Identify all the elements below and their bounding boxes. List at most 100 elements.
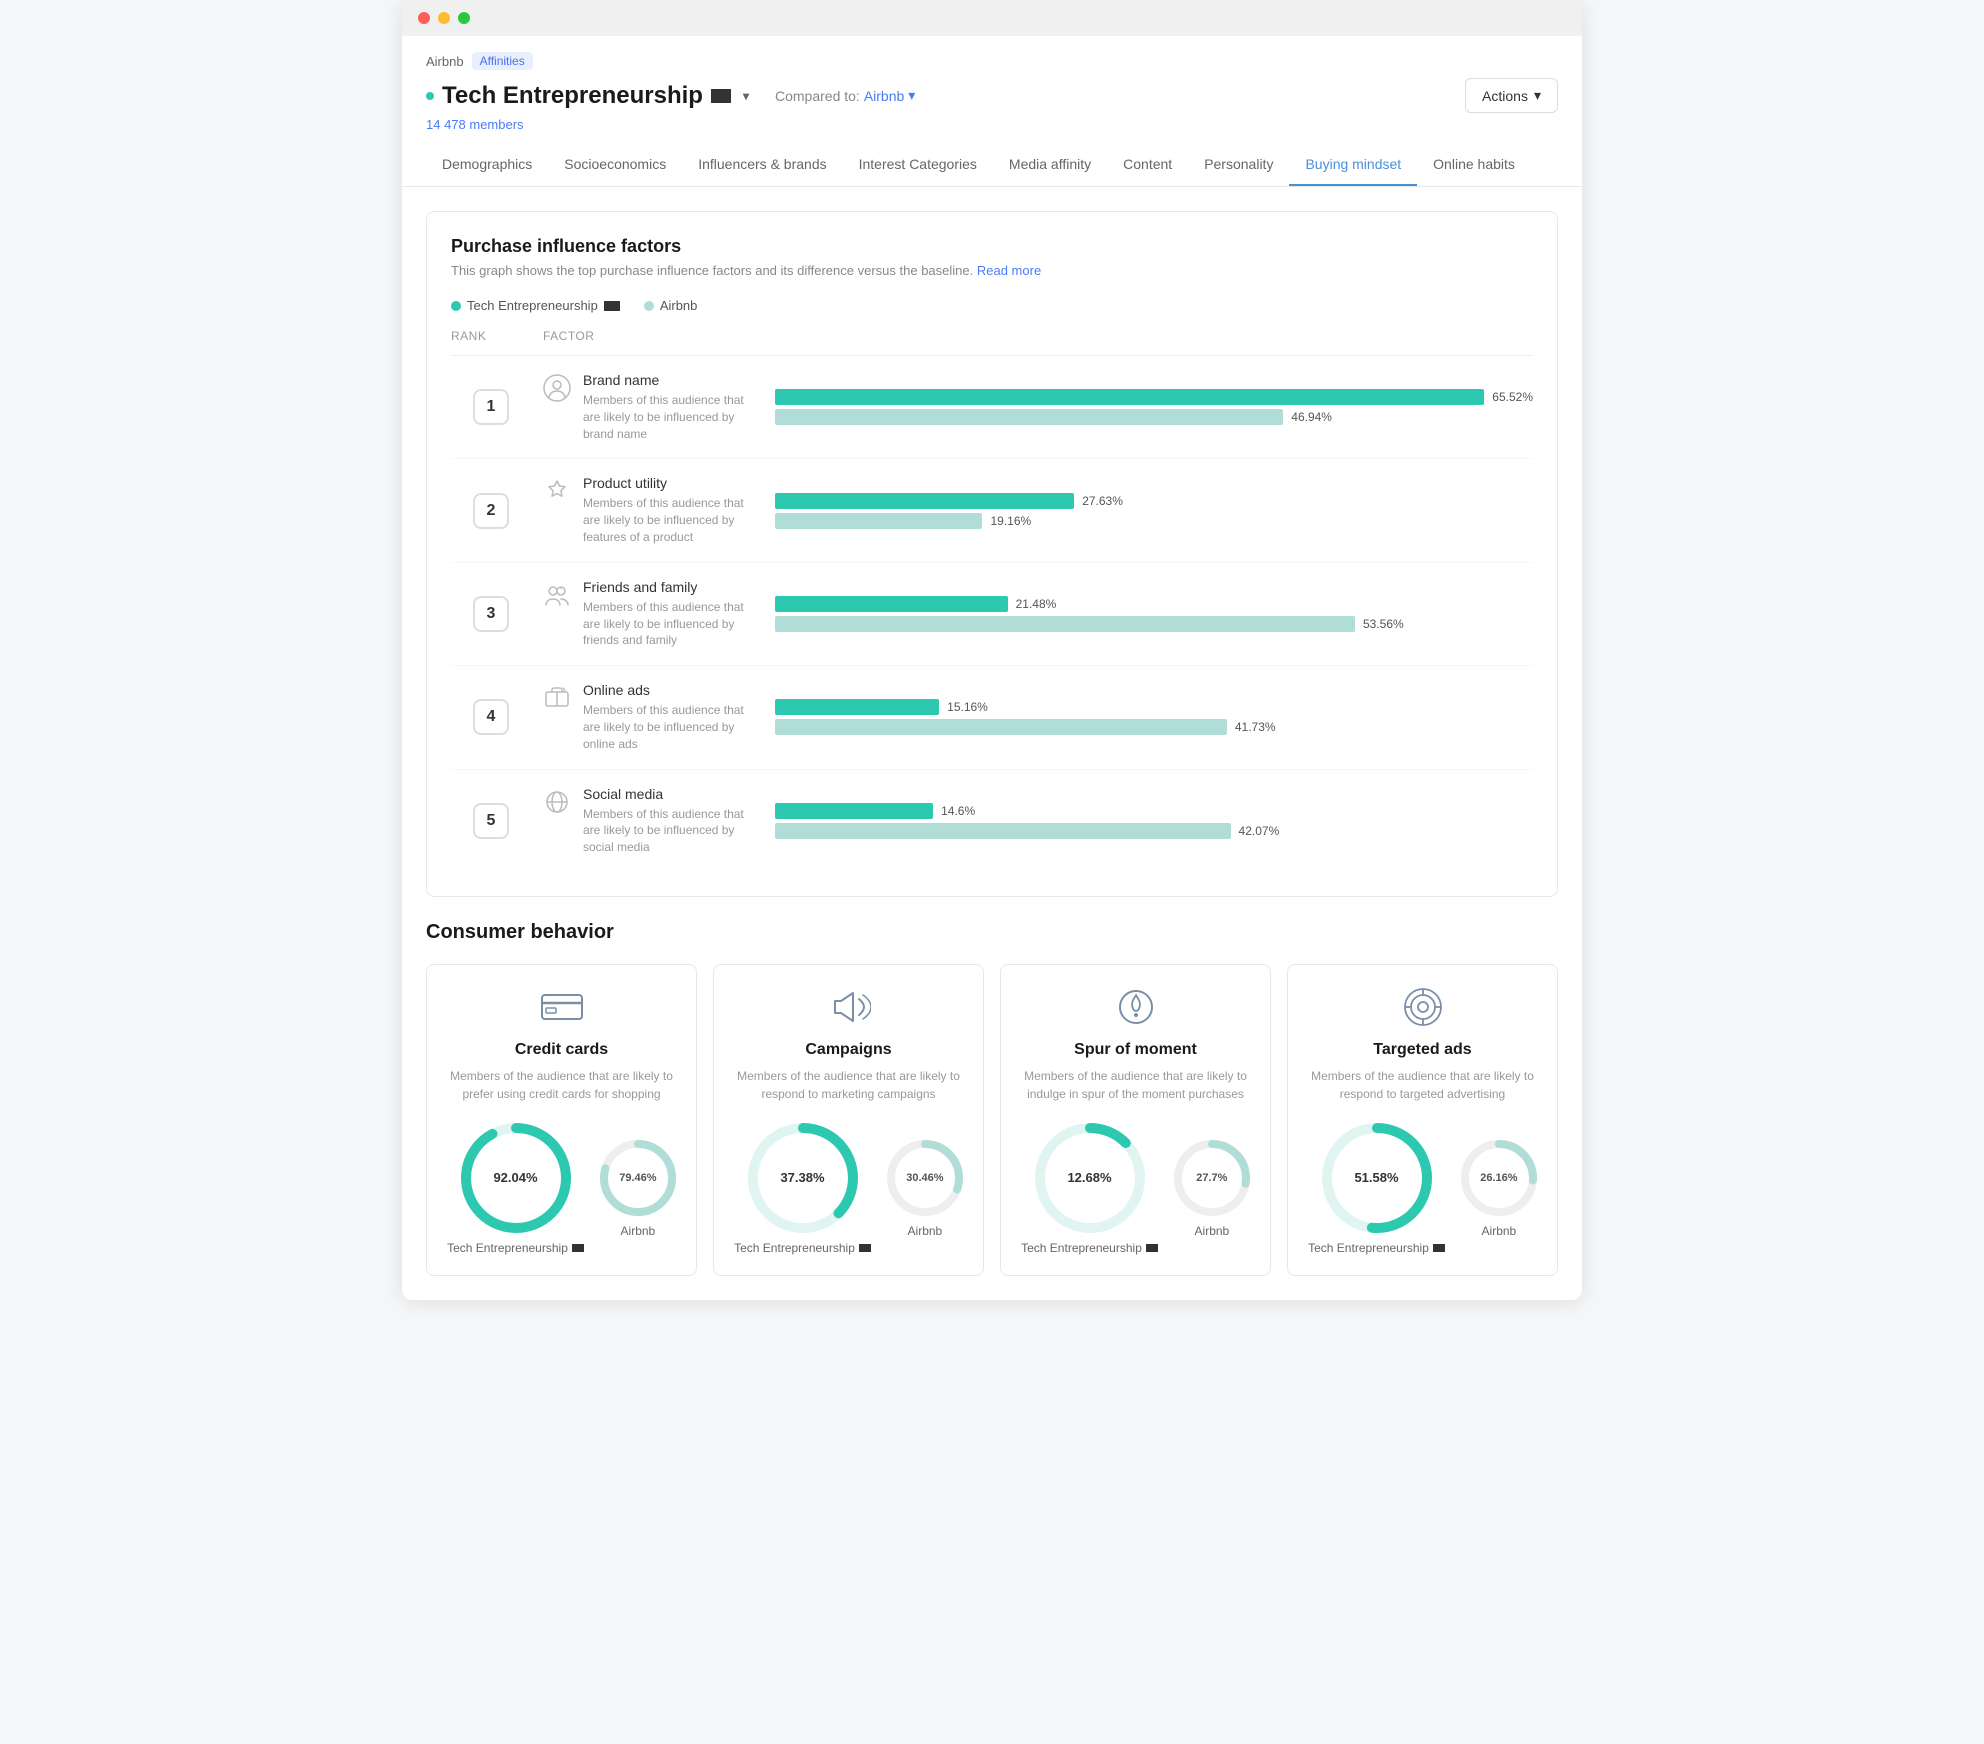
legend-airbnb-label: Airbnb (660, 298, 698, 313)
legend-tech-icon (604, 301, 620, 311)
consumer-card-campaigns: Campaigns Members of the audience that a… (713, 964, 984, 1276)
consumer-card-spur-of-moment: Spur of moment Members of the audience t… (1000, 964, 1271, 1276)
purchase-section: Purchase influence factors This graph sh… (426, 211, 1558, 897)
nav-tabs: DemographicsSocioeconomicsInfluencers & … (426, 144, 1558, 186)
compared-to-value[interactable]: Airbnb ▾ (864, 87, 916, 104)
factor-desc-1: Members of this audience that are likely… (583, 392, 763, 442)
main-content: Purchase influence factors This graph sh… (402, 187, 1582, 1300)
donut-tech-campaigns: 37.38% Tech Entrepreneurship (734, 1123, 871, 1255)
donut-airbnb-label-targeted-ads: Airbnb (1482, 1224, 1517, 1238)
bar-tech-3: 21.48% (775, 596, 1533, 612)
factor-desc-5: Members of this audience that are likely… (583, 806, 763, 856)
bar-airbnb-label-2: 19.16% (990, 514, 1031, 528)
bar-teal-2 (775, 493, 1074, 509)
tab-personality[interactable]: Personality (1188, 144, 1289, 186)
tech-icon-spur-of-moment (1146, 1244, 1158, 1252)
titlebar (402, 0, 1582, 36)
rank-badge-3: 3 (473, 596, 509, 632)
card-title-campaigns: Campaigns (730, 1041, 967, 1059)
donut-airbnb-label-spur-of-moment: Airbnb (1195, 1224, 1230, 1238)
rank-badge-4: 4 (473, 699, 509, 735)
legend-light-dot (644, 301, 654, 311)
bars-2: 27.63% 19.16% (775, 493, 1533, 529)
title-row: Tech Entrepreneurship ▾ Compared to: Air… (426, 78, 1558, 113)
consumer-title: Consumer behavior (426, 921, 1558, 944)
title-dropdown-arrow[interactable]: ▾ (743, 89, 749, 103)
bar-airbnb-label-4: 41.73% (1235, 720, 1276, 734)
bars-1: 65.52% 46.94% (775, 389, 1533, 425)
title-left: Tech Entrepreneurship ▾ Compared to: Air… (426, 82, 915, 110)
factor-icon-5 (543, 788, 571, 822)
tab-content[interactable]: Content (1107, 144, 1188, 186)
audience-title: Tech Entrepreneurship ▾ (426, 82, 749, 110)
donut-tech-targeted-ads: 51.58% Tech Entrepreneurship (1308, 1123, 1445, 1255)
bar-tech-2: 27.63% (775, 493, 1533, 509)
factor-info-4: Online ads Members of this audience that… (543, 682, 763, 752)
bar-light-3 (775, 616, 1355, 632)
card-desc-targeted-ads: Members of the audience that are likely … (1304, 1067, 1541, 1103)
bar-airbnb-4: 41.73% (775, 719, 1533, 735)
donut-airbnb-label-campaigns: Airbnb (908, 1224, 943, 1238)
factor-row-5: 5 Social media Members of this audience … (451, 770, 1533, 872)
donut-tech-label-campaigns: Tech Entrepreneurship (734, 1241, 871, 1255)
col-factor: Factor (543, 329, 763, 343)
close-dot[interactable] (418, 12, 430, 24)
legend-teal-dot (451, 301, 461, 311)
page-title: Tech Entrepreneurship (442, 82, 703, 110)
actions-button[interactable]: Actions ▾ (1465, 78, 1558, 113)
factors-list: 1 Brand name Members of this audience th… (451, 356, 1533, 872)
factor-row-4: 4 Online ads Members of this audience th… (451, 666, 1533, 769)
bars-5: 14.6% 42.07% (775, 803, 1533, 839)
factor-row-2: 2 Product utility Members of this audien… (451, 459, 1533, 562)
factor-icon-3 (543, 581, 571, 615)
donut-row-campaigns: 37.38% Tech Entrepreneurship 30.46% Airb… (730, 1123, 967, 1255)
tech-icon-credit-cards (572, 1244, 584, 1252)
bar-tech-label-3: 21.48% (1016, 597, 1057, 611)
donut-airbnb-targeted-ads: 26.16% Airbnb (1461, 1140, 1537, 1238)
bar-airbnb-1: 46.94% (775, 409, 1533, 425)
donut-tech-spur-of-moment: 12.68% Tech Entrepreneurship (1021, 1123, 1158, 1255)
bar-airbnb-3: 53.56% (775, 616, 1533, 632)
donut-row-credit-cards: 92.04% Tech Entrepreneurship 79.46% Airb… (443, 1123, 680, 1255)
bars-4: 15.16% 41.73% (775, 699, 1533, 735)
fullscreen-dot[interactable] (458, 12, 470, 24)
tab-online[interactable]: Online habits (1417, 144, 1531, 186)
breadcrumb-parent[interactable]: Airbnb (426, 54, 464, 69)
legend-tech-label: Tech Entrepreneurship (467, 298, 598, 313)
bar-teal-3 (775, 596, 1008, 612)
factor-row-3: 3 Friends and family Members of this aud… (451, 563, 1533, 666)
bar-tech-4: 15.16% (775, 699, 1533, 715)
bar-airbnb-label-3: 53.56% (1363, 617, 1404, 631)
compared-dropdown-arrow[interactable]: ▾ (908, 87, 915, 104)
tab-socioeconomics[interactable]: Socioeconomics (548, 144, 682, 186)
donut-airbnb-spur-of-moment: 27.7% Airbnb (1174, 1140, 1250, 1238)
card-icon-campaigns (730, 985, 967, 1029)
minimize-dot[interactable] (438, 12, 450, 24)
table-header: Rank Factor (451, 329, 1533, 356)
actions-arrow: ▾ (1534, 87, 1541, 104)
card-title-spur-of-moment: Spur of moment (1017, 1041, 1254, 1059)
members-count: 14 478 members (426, 117, 1558, 132)
tab-demographics[interactable]: Demographics (426, 144, 548, 186)
bar-light-4 (775, 719, 1227, 735)
factor-info-3: Friends and family Members of this audie… (543, 579, 763, 649)
bar-tech-1: 65.52% (775, 389, 1533, 405)
tab-influencers[interactable]: Influencers & brands (682, 144, 842, 186)
bar-light-2 (775, 513, 982, 529)
card-desc-spur-of-moment: Members of the audience that are likely … (1017, 1067, 1254, 1103)
card-desc-campaigns: Members of the audience that are likely … (730, 1067, 967, 1103)
factor-icon-4 (543, 684, 571, 718)
tab-buying[interactable]: Buying mindset (1289, 144, 1417, 186)
bar-teal-1 (775, 389, 1484, 405)
col-chart (775, 329, 1533, 343)
factor-name-2: Product utility (583, 475, 763, 491)
tab-media[interactable]: Media affinity (993, 144, 1107, 186)
actions-label: Actions (1482, 88, 1528, 104)
read-more-link[interactable]: Read more (977, 263, 1041, 278)
factor-info-5: Social media Members of this audience th… (543, 786, 763, 856)
factor-icon-1 (543, 374, 571, 408)
rank-badge-5: 5 (473, 803, 509, 839)
tab-interest[interactable]: Interest Categories (843, 144, 993, 186)
donut-row-targeted-ads: 51.58% Tech Entrepreneurship 26.16% Airb… (1304, 1123, 1541, 1255)
consumer-grid: Credit cards Members of the audience tha… (426, 964, 1558, 1276)
